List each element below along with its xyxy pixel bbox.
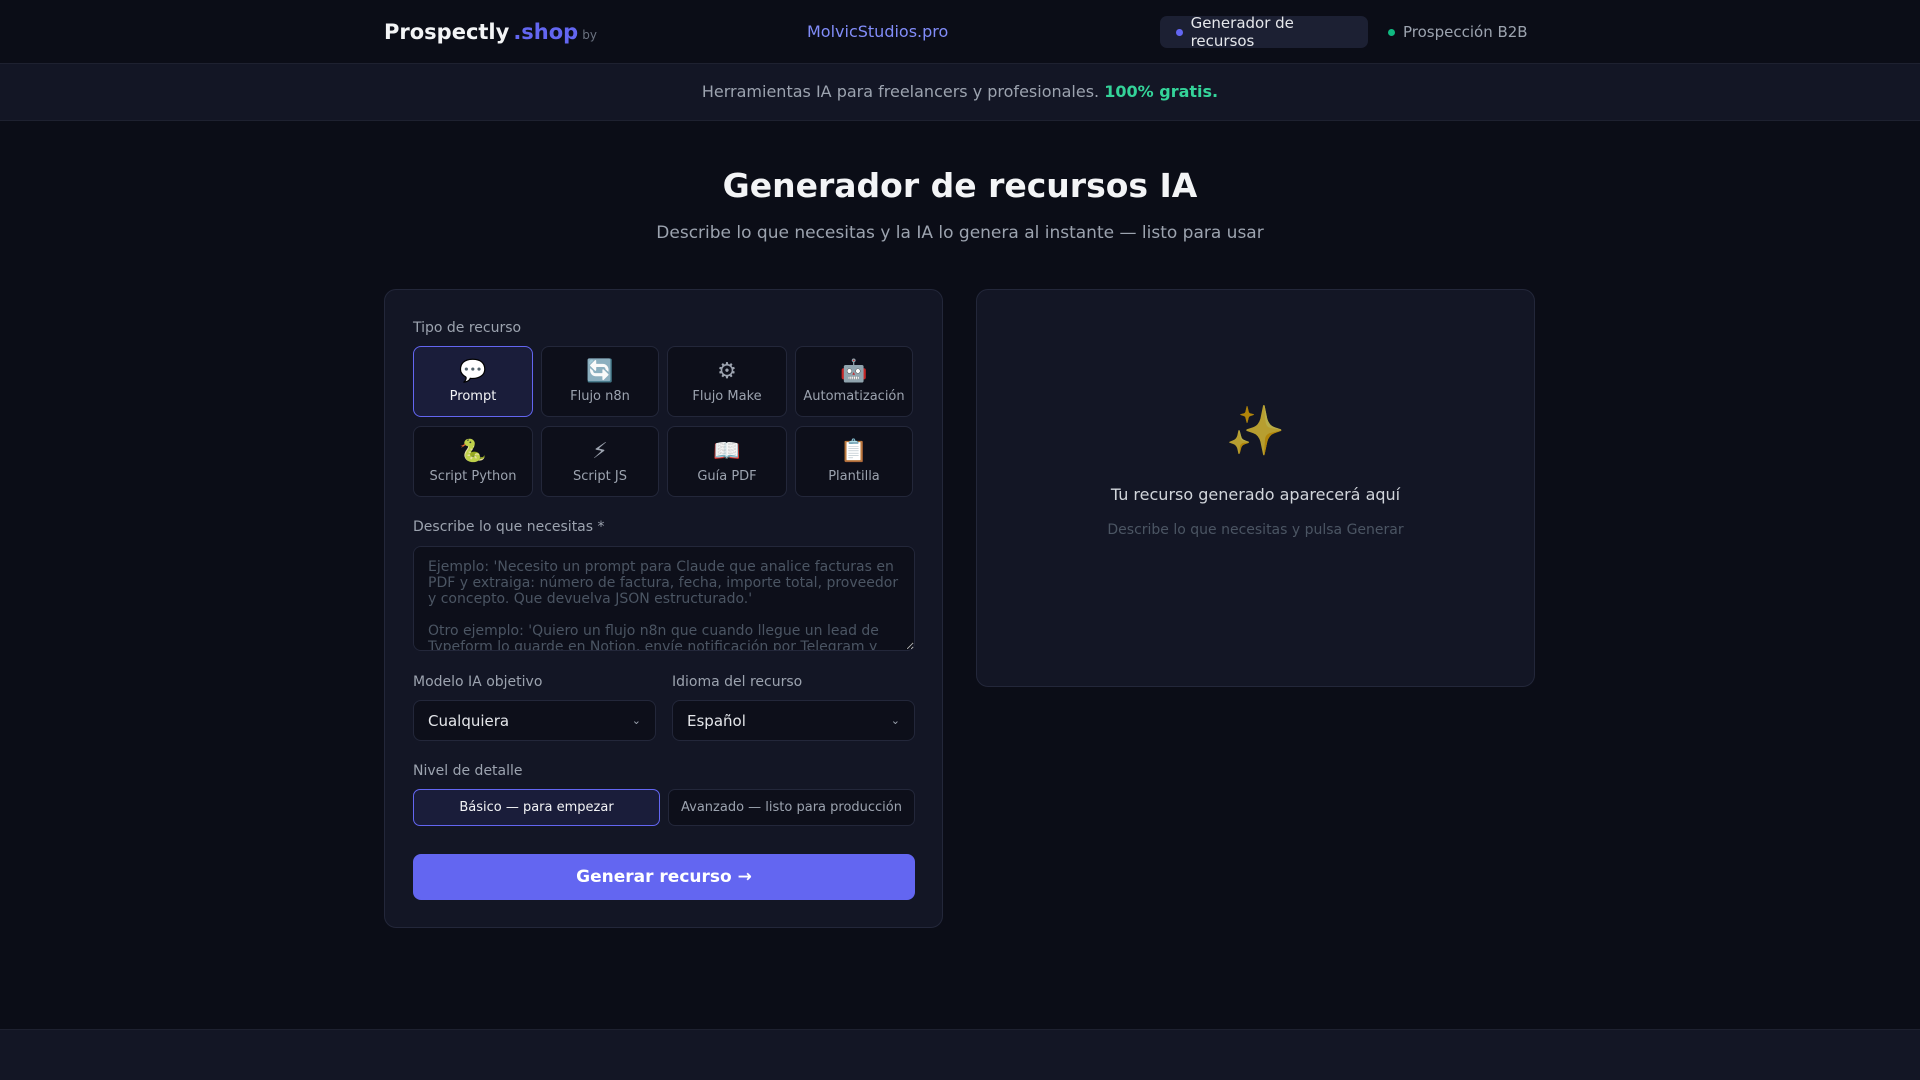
- type-label: Guía PDF: [697, 469, 757, 484]
- type-icon: 📋: [840, 439, 868, 464]
- type-label: Flujo Make: [692, 389, 762, 404]
- chevron-down-icon: ⌄: [631, 714, 641, 727]
- type-tile-gu-a-pdf[interactable]: 📖 Guía PDF: [667, 426, 787, 497]
- top-nav: Prospectly .shop by MolvicStudios.pro Gene…: [0, 0, 1920, 64]
- type-label: Tipo de recurso: [413, 320, 522, 336]
- type-label: Prompt: [449, 389, 497, 404]
- output-placeholder-hint: Describe lo que necesitas y pulsa Genera…: [1107, 522, 1404, 538]
- type-tile-plantilla[interactable]: 📋 Plantilla: [795, 426, 913, 497]
- chevron-down-icon: ⌄: [890, 714, 900, 727]
- page-title: Generador de recursos IA: [722, 166, 1198, 205]
- type-label: Plantilla: [828, 469, 880, 484]
- type-icon: 🤖: [840, 359, 868, 384]
- banner-highlight: 100% gratis.: [1104, 82, 1219, 101]
- logo-main: Prospectly: [384, 20, 510, 44]
- type-icon: 💬: [459, 359, 487, 384]
- dot-icon: [1388, 28, 1395, 36]
- dot-icon: [1176, 28, 1183, 36]
- logo[interactable]: Prospectly .shop by: [384, 20, 597, 44]
- footer: [0, 1029, 1920, 1080]
- describe-input[interactable]: [413, 546, 915, 651]
- logo-by: by: [582, 28, 597, 42]
- lang-value: Español: [687, 711, 746, 730]
- model-label: Modelo IA objetivo: [413, 674, 543, 690]
- resource-type-grid: 💬 Prompt 🔄 Flujo n8n ⚙ Flujo Make 🤖 Automatizac…: [413, 346, 915, 497]
- level-basic-button[interactable]: Básico — para empezar: [413, 789, 660, 826]
- promo-banner: Herramientas IA para freelancers y profe…: [0, 64, 1920, 121]
- model-value: Cualquiera: [428, 711, 510, 730]
- generator-form: Tipo de recurso 💬 Prompt 🔄 Flujo n8n ⚙ Flujo …: [384, 289, 943, 928]
- nav-label: Generador de recursos: [1190, 14, 1294, 50]
- type-icon: 📖: [713, 439, 741, 464]
- type-label: Script JS: [573, 469, 627, 484]
- type-tile-prompt[interactable]: 💬 Prompt: [413, 346, 533, 417]
- generate-button[interactable]: Generar recurso →: [413, 854, 915, 900]
- nav-label: Prospección B2B: [1403, 23, 1528, 41]
- type-icon: 🔄: [586, 359, 614, 384]
- output-placeholder-title: Tu recurso generado aparecerá aquí: [1110, 485, 1401, 504]
- type-icon: ⚡: [592, 439, 608, 464]
- level-advanced-button[interactable]: Avanzado — listo para producción: [668, 789, 915, 826]
- logo-accent: .shop: [513, 20, 579, 44]
- banner-text: Herramientas IA para freelancers y profe…: [701, 82, 1100, 101]
- type-tile-flujo-n8n[interactable]: 🔄 Flujo n8n: [541, 346, 659, 417]
- page-subtitle: Describe lo que necesitas y la IA lo gen…: [656, 223, 1264, 243]
- output-panel: ✨ Tu recurso generado aparecerá aquí Des…: [976, 289, 1535, 687]
- molvic-studios-link[interactable]: MolvicStudios.pro: [807, 22, 948, 41]
- nav-generador[interactable]: Generador de recursos: [1160, 14, 1368, 50]
- type-icon: ⚙: [717, 359, 737, 384]
- describe-label: Describe lo que necesitas *: [413, 519, 605, 535]
- type-tile-flujo-make[interactable]: ⚙ Flujo Make: [667, 346, 787, 417]
- nav-prospeccion[interactable]: Prospección B2B: [1374, 16, 1544, 48]
- type-label: Automatización: [803, 389, 905, 404]
- type-tile-script-python[interactable]: 🐍 Script Python: [413, 426, 533, 497]
- type-icon: 🐍: [459, 439, 487, 464]
- sparkles-icon: ✨: [1225, 403, 1286, 459]
- language-select[interactable]: Español ⌄: [672, 700, 915, 741]
- type-tile-script-js[interactable]: ⚡ Script JS: [541, 426, 659, 497]
- lang-label: Idioma del recurso: [672, 674, 803, 690]
- model-select[interactable]: Cualquiera ⌄: [413, 700, 656, 741]
- level-label: Nivel de detalle: [413, 763, 523, 779]
- type-tile-automatizaci-n[interactable]: 🤖 Automatización: [795, 346, 913, 417]
- type-label: Flujo n8n: [570, 389, 630, 404]
- type-label: Script Python: [429, 469, 517, 484]
